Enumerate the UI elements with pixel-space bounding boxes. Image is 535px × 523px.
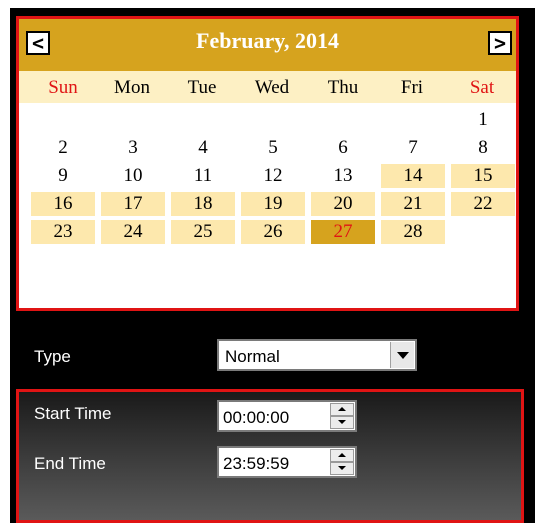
calendar-day[interactable]: 28 — [381, 220, 445, 244]
start-time-up-icon[interactable] — [330, 403, 354, 416]
weekday-wed: Wed — [254, 77, 290, 98]
end-time-label: End Time — [34, 454, 106, 473]
calendar-day[interactable]: 1 — [451, 108, 515, 132]
type-select-value: Normal — [225, 347, 280, 366]
calendar-day[interactable]: 21 — [381, 192, 445, 216]
calendar-day[interactable]: 18 — [171, 192, 235, 216]
weekday-thu: Thu — [327, 77, 359, 98]
calendar-header: < February, 2014 > — [19, 19, 516, 71]
calendar-day[interactable]: 24 — [101, 220, 165, 244]
start-time-value: 00:00:00 — [223, 408, 290, 427]
calendar-day[interactable]: 3 — [101, 136, 165, 160]
calendar-day[interactable]: 15 — [451, 164, 515, 188]
next-month-button[interactable]: > — [488, 31, 512, 55]
calendar-title: February, 2014 — [196, 28, 339, 53]
calendar-day[interactable]: 5 — [241, 136, 305, 160]
weekday-sat: Sat — [469, 77, 495, 98]
start-time-label: Start Time — [34, 404, 112, 423]
end-time-spinner — [330, 449, 354, 475]
calendar-day[interactable]: 26 — [241, 220, 305, 244]
end-time-field[interactable]: 23:59:59 — [217, 446, 357, 478]
calendar-day[interactable]: 10 — [101, 164, 165, 188]
weekday-mon: Mon — [114, 77, 150, 98]
calendar: < February, 2014 > Sun Mon Tue Wed Thu F… — [16, 16, 519, 311]
calendar-day[interactable]: 16 — [31, 192, 95, 216]
calendar-day[interactable]: 12 — [241, 164, 305, 188]
time-panel: Start Time 00:00:00 End Time 23:59:59 — [16, 389, 524, 523]
calendar-day[interactable]: 7 — [381, 136, 445, 160]
calendar-day[interactable]: 20 — [311, 192, 375, 216]
calendar-day[interactable]: 8 — [451, 136, 515, 160]
calendar-day-selected[interactable]: 27 — [311, 220, 375, 244]
weekday-sun: Sun — [48, 77, 78, 98]
calendar-day[interactable]: 6 — [311, 136, 375, 160]
calendar-day[interactable]: 13 — [311, 164, 375, 188]
calendar-day[interactable]: 2 — [31, 136, 95, 160]
weekday-fri: Fri — [400, 77, 424, 98]
end-time-down-icon[interactable] — [330, 462, 354, 475]
start-time-field[interactable]: 00:00:00 — [217, 400, 357, 432]
calendar-day[interactable]: 11 — [171, 164, 235, 188]
calendar-day[interactable]: 9 — [31, 164, 95, 188]
type-label: Type — [34, 347, 71, 366]
calendar-day[interactable]: 22 — [451, 192, 515, 216]
start-time-down-icon[interactable] — [330, 416, 354, 429]
chevron-down-icon[interactable] — [390, 342, 414, 368]
type-select[interactable]: Normal — [217, 339, 417, 371]
start-time-spinner — [330, 403, 354, 429]
calendar-day[interactable]: 17 — [101, 192, 165, 216]
calendar-day[interactable]: 14 — [381, 164, 445, 188]
calendar-day[interactable]: 4 — [171, 136, 235, 160]
calendar-day[interactable]: 25 — [171, 220, 235, 244]
weekday-header-row: Sun Mon Tue Wed Thu Fri Sat — [19, 71, 516, 103]
end-time-value: 23:59:59 — [223, 454, 290, 473]
calendar-day[interactable]: 19 — [241, 192, 305, 216]
end-time-up-icon[interactable] — [330, 449, 354, 462]
calendar-day[interactable]: 23 — [31, 220, 95, 244]
weekday-tue: Tue — [187, 77, 217, 98]
